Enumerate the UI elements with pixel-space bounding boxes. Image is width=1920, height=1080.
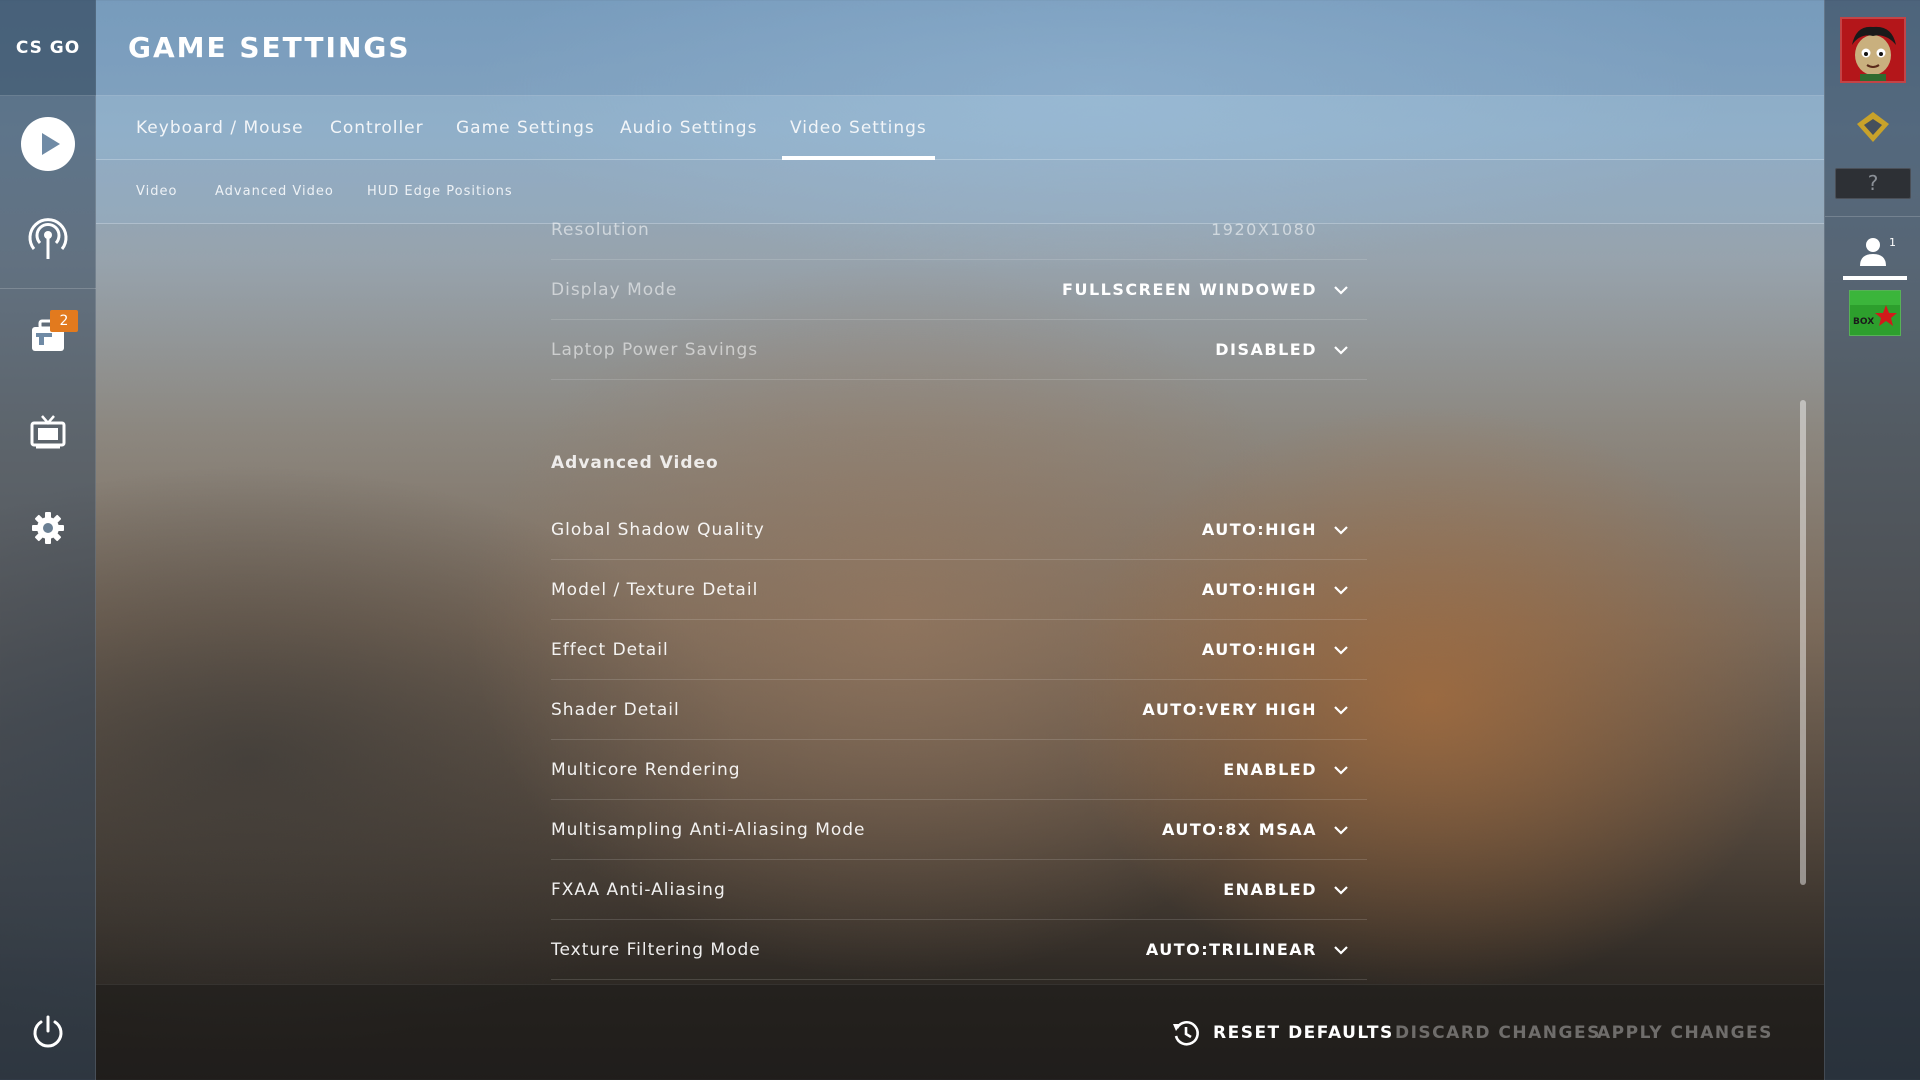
- setting-row-texture-filtering: Texture Filtering Mode AUTO:TRILINEAR: [551, 920, 1367, 980]
- tab-game-settings[interactable]: Game Settings: [448, 96, 603, 160]
- setting-label: Display Mode: [551, 280, 678, 300]
- subtab-advanced-video[interactable]: Advanced Video: [215, 160, 334, 224]
- history-icon: [1173, 1021, 1199, 1046]
- setting-row-global-shadow-quality: Global Shadow Quality AUTO:HIGH: [551, 500, 1367, 560]
- avatar-image: [1842, 19, 1904, 81]
- play-button[interactable]: [0, 96, 96, 192]
- setting-dropdown-value[interactable]: AUTO:VERY HIGH: [1142, 680, 1317, 740]
- rank-unknown-text: ?: [1867, 171, 1879, 195]
- chevron-down-icon[interactable]: [1333, 342, 1349, 358]
- setting-dropdown-value[interactable]: AUTO:HIGH: [1202, 620, 1317, 680]
- setting-row-msaa-mode: Multisampling Anti-Aliasing Mode AUTO:8X…: [551, 800, 1367, 860]
- setting-dropdown-value[interactable]: ENABLED: [1223, 860, 1317, 920]
- setting-row-fxaa: FXAA Anti-Aliasing ENABLED: [551, 860, 1367, 920]
- play-icon: [21, 117, 75, 171]
- setting-row-effect-detail: Effect Detail AUTO:HIGH: [551, 620, 1367, 680]
- watch-broadcast-button[interactable]: [0, 192, 96, 288]
- settings-button[interactable]: [0, 480, 96, 576]
- logo-text: CS GO: [15, 37, 81, 58]
- setting-label: Model / Texture Detail: [551, 580, 759, 600]
- setting-row-resolution: Resolution 1920X1080: [551, 200, 1367, 260]
- setting-label: Effect Detail: [551, 640, 669, 660]
- rank-icon[interactable]: [1853, 110, 1893, 146]
- inventory-badge: 2: [50, 310, 78, 332]
- setting-label: Multisampling Anti-Aliasing Mode: [551, 820, 866, 840]
- header-bar: GAME SETTINGS: [96, 0, 1824, 96]
- discard-changes-button[interactable]: DISCARD CHANGES: [1395, 985, 1601, 1080]
- chevron-down-icon[interactable]: [1333, 642, 1349, 658]
- friends-online-count: 1: [1889, 236, 1896, 249]
- quit-button[interactable]: [0, 984, 96, 1080]
- friends-button[interactable]: 1: [1825, 230, 1920, 280]
- setting-dropdown-value[interactable]: AUTO:TRILINEAR: [1146, 920, 1317, 980]
- setting-row-display-mode: Display Mode FULLSCREEN WINDOWED: [551, 260, 1367, 320]
- apply-changes-button[interactable]: APPLY CHANGES: [1597, 985, 1773, 1080]
- section-title-advanced-video: Advanced Video: [551, 453, 719, 473]
- friend-avatar-image: BOX: [1850, 291, 1900, 335]
- chevron-down-icon[interactable]: [1333, 702, 1349, 718]
- tab-keyboard-mouse[interactable]: Keyboard / Mouse: [128, 96, 312, 160]
- friends-active-indicator: [1843, 276, 1907, 280]
- skill-group-unknown[interactable]: ?: [1835, 168, 1911, 199]
- setting-label: Multicore Rendering: [551, 760, 741, 780]
- broadcast-icon: [28, 218, 68, 259]
- chevron-down-icon[interactable]: [1333, 522, 1349, 538]
- setting-label: FXAA Anti-Aliasing: [551, 880, 726, 900]
- tv-icon: [30, 415, 66, 449]
- setting-row-model-texture-detail: Model / Texture Detail AUTO:HIGH: [551, 560, 1367, 620]
- person-icon: [1860, 238, 1886, 266]
- setting-dropdown-value[interactable]: FULLSCREEN WINDOWED: [1062, 260, 1317, 320]
- setting-label: Shader Detail: [551, 700, 680, 720]
- setting-label: Laptop Power Savings: [551, 340, 759, 360]
- settings-tabs: Keyboard / Mouse Controller Game Setting…: [96, 96, 1824, 160]
- chevron-down-icon[interactable]: [1333, 882, 1349, 898]
- setting-row-shader-detail: Shader Detail AUTO:VERY HIGH: [551, 680, 1367, 740]
- setting-dropdown-value[interactable]: ENABLED: [1223, 740, 1317, 800]
- setting-row-laptop-power-savings: Laptop Power Savings DISABLED: [551, 320, 1367, 380]
- inventory-button[interactable]: 2: [0, 288, 96, 384]
- player-avatar[interactable]: [1840, 17, 1906, 83]
- right-social-rail: ? 1 BOX: [1824, 0, 1920, 1080]
- subtab-hud-edge-positions[interactable]: HUD Edge Positions: [367, 160, 513, 224]
- setting-value[interactable]: 1920X1080: [1211, 200, 1317, 260]
- gear-icon: [32, 512, 64, 544]
- reset-defaults-button[interactable]: RESET DEFAULTS: [1171, 985, 1394, 1080]
- friend-avatar[interactable]: BOX: [1849, 290, 1901, 336]
- left-nav-rail: CS GO 2: [0, 0, 96, 1080]
- chevron-down-icon[interactable]: [1333, 282, 1349, 298]
- setting-label: Texture Filtering Mode: [551, 940, 761, 960]
- rail-divider: [1825, 216, 1920, 217]
- tv-button[interactable]: [0, 384, 96, 480]
- page-title: GAME SETTINGS: [128, 31, 411, 64]
- tab-video-settings[interactable]: Video Settings: [782, 96, 935, 160]
- csgo-logo[interactable]: CS GO: [0, 0, 96, 96]
- friend-avatar-text: BOX: [1853, 317, 1874, 327]
- chevron-down-icon[interactable]: [1333, 762, 1349, 778]
- subtab-video[interactable]: Video: [136, 160, 177, 224]
- setting-dropdown-value[interactable]: AUTO:HIGH: [1202, 560, 1317, 620]
- power-icon: [33, 1015, 63, 1048]
- reset-defaults-label: RESET DEFAULTS: [1213, 1023, 1394, 1043]
- setting-dropdown-value[interactable]: AUTO:HIGH: [1202, 500, 1317, 560]
- setting-row-multicore-rendering: Multicore Rendering ENABLED: [551, 740, 1367, 800]
- tab-controller[interactable]: Controller: [322, 96, 432, 160]
- chevron-down-icon[interactable]: [1333, 942, 1349, 958]
- chevron-down-icon[interactable]: [1333, 822, 1349, 838]
- setting-label: Global Shadow Quality: [551, 520, 765, 540]
- setting-dropdown-value[interactable]: DISABLED: [1215, 320, 1317, 380]
- setting-dropdown-value[interactable]: AUTO:8X MSAA: [1162, 800, 1317, 860]
- setting-label: Resolution: [551, 220, 650, 240]
- scrollbar-thumb[interactable]: [1800, 400, 1806, 885]
- footer-bar: RESET DEFAULTS DISCARD CHANGES APPLY CHA…: [96, 984, 1824, 1080]
- tab-audio-settings[interactable]: Audio Settings: [612, 96, 765, 160]
- chevron-down-icon[interactable]: [1333, 582, 1349, 598]
